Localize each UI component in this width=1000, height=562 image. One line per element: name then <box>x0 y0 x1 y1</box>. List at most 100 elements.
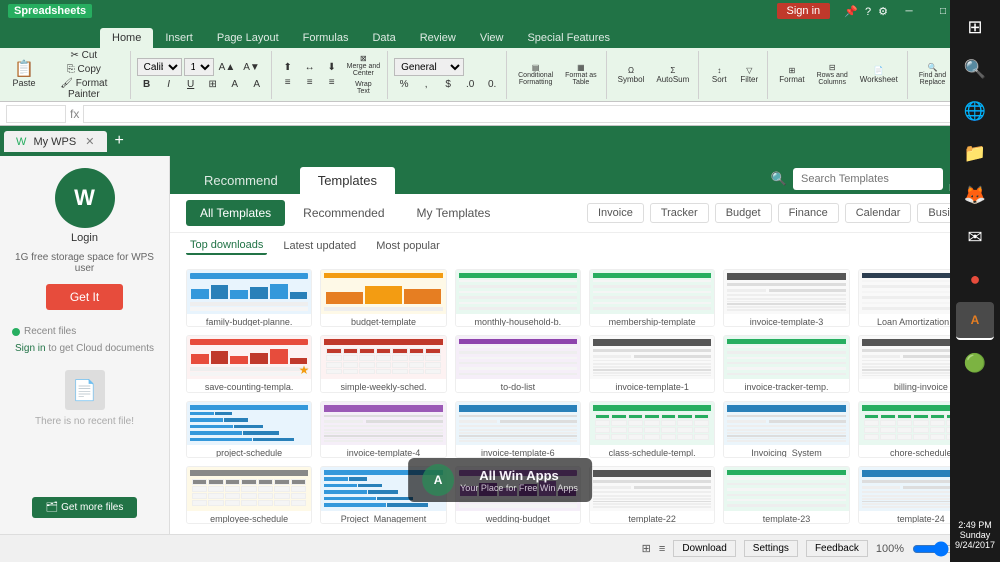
symbol-button[interactable]: Ω Symbol <box>613 53 650 97</box>
template-item-15[interactable]: class-schedule-templ. <box>589 401 715 459</box>
pin-icon[interactable]: 📌 <box>844 6 858 18</box>
taskbar-edge-icon[interactable]: 🌐 <box>956 92 994 130</box>
settings-title-icon[interactable]: ⚙ <box>878 6 888 18</box>
minimize-button[interactable]: ─ <box>894 0 924 22</box>
template-item-16[interactable]: Invoicing_System <box>723 401 849 459</box>
format-button[interactable]: ⊞ Format <box>774 53 809 97</box>
align-right-button[interactable]: ≡ <box>322 76 342 89</box>
template-item-0[interactable]: family-budget-planne. <box>186 269 312 327</box>
font-grow-button[interactable]: A▲ <box>216 61 239 74</box>
tab-page-layout[interactable]: Page Layout <box>205 28 291 48</box>
template-item-6[interactable]: ★save-counting-templa. <box>186 335 312 393</box>
sign-in-title-button[interactable]: Sign in <box>777 3 831 19</box>
name-box-input[interactable] <box>6 105 66 123</box>
format-painter-button[interactable]: 🖌 Format Painter <box>42 77 126 101</box>
template-item-7[interactable]: simple-weekly-sched. <box>320 335 446 393</box>
filter-button[interactable]: ▽ Filter <box>735 53 763 97</box>
font-size-select[interactable]: 12 <box>184 58 214 76</box>
sheet-tab-close[interactable]: ✕ <box>85 136 94 148</box>
template-item-9[interactable]: invoice-template-1 <box>589 335 715 393</box>
paste-button[interactable]: 📋 Paste <box>8 53 40 97</box>
wrap-text-button[interactable]: Wrap Text <box>344 80 383 96</box>
template-item-1[interactable]: budget-template <box>320 269 446 327</box>
worksheet-button[interactable]: 📄 Worksheet <box>855 53 903 97</box>
border-button[interactable]: ⊞ <box>203 78 223 91</box>
taskbar-red-icon[interactable]: ● <box>956 260 994 298</box>
template-item-8[interactable]: to-do-list <box>455 335 581 393</box>
my-templates-subtab[interactable]: My Templates <box>403 200 505 226</box>
sheet-view-icon[interactable]: ≡ <box>659 543 665 555</box>
tab-view[interactable]: View <box>468 28 516 48</box>
template-item-2[interactable]: monthly-household-b. <box>455 269 581 327</box>
recommended-subtab[interactable]: Recommended <box>289 200 398 226</box>
add-sheet-button[interactable]: + <box>109 132 130 150</box>
most-popular-filter[interactable]: Most popular <box>372 238 444 254</box>
merge-center-button[interactable]: ⊠ Merge and Center <box>344 53 383 78</box>
font-family-select[interactable]: Calibri <box>137 58 182 76</box>
get-more-files-button[interactable]: 🗂 Get more files <box>32 497 138 518</box>
align-bottom-button[interactable]: ⬇ <box>322 61 342 74</box>
copy-button[interactable]: ⎘ Copy <box>42 63 126 76</box>
taskbar-mail-icon[interactable]: ✉ <box>956 218 994 256</box>
taskbar-windows-icon[interactable]: ⊞ <box>956 8 994 46</box>
template-item-10[interactable]: invoice-tracker-temp. <box>723 335 849 393</box>
font-color-button[interactable]: A <box>247 78 267 91</box>
font-shrink-button[interactable]: A▼ <box>240 61 263 74</box>
template-item-14[interactable]: invoice-template-6 <box>455 401 581 459</box>
taskbar-audacity-icon[interactable]: A <box>956 302 994 340</box>
templates-tab[interactable]: Templates <box>300 167 395 194</box>
percent-button[interactable]: % <box>394 78 414 91</box>
taskbar-firefox-icon[interactable]: 🦊 <box>956 176 994 214</box>
tab-insert[interactable]: Insert <box>153 28 205 48</box>
filter-calendar[interactable]: Calendar <box>845 203 912 223</box>
tab-review[interactable]: Review <box>408 28 468 48</box>
get-it-button[interactable]: Get It <box>46 284 123 310</box>
number-format-select[interactable]: General <box>394 58 464 76</box>
tab-formulas[interactable]: Formulas <box>291 28 361 48</box>
sheet-tab-my-wps[interactable]: W My WPS ✕ <box>4 131 107 152</box>
feedback-button[interactable]: Feedback <box>806 540 868 557</box>
settings-status-button[interactable]: Settings <box>744 540 798 557</box>
conditional-formatting-button[interactable]: ▤ Conditional Formatting <box>513 53 558 97</box>
rows-columns-button[interactable]: ⊟ Rows and Columns <box>812 53 853 97</box>
template-item-18[interactable]: employee-schedule <box>186 466 312 524</box>
template-item-21[interactable]: template-22 <box>589 466 715 524</box>
sign-in-link[interactable]: Sign in <box>15 343 46 354</box>
grid-view-icon[interactable]: ⊞ <box>642 542 651 555</box>
download-button[interactable]: Download <box>673 540 735 557</box>
italic-button[interactable]: I <box>159 78 179 91</box>
align-left-button[interactable]: ≡ <box>278 76 298 89</box>
filter-finance[interactable]: Finance <box>778 203 839 223</box>
bold-button[interactable]: B <box>137 78 157 91</box>
align-center-button[interactable]: ≡ <box>300 76 320 89</box>
increase-decimal-button[interactable]: .0 <box>460 78 480 91</box>
latest-updated-filter[interactable]: Latest updated <box>279 238 360 254</box>
taskbar-files-icon[interactable]: 📁 <box>956 134 994 172</box>
fill-color-button[interactable]: A <box>225 78 245 91</box>
currency-button[interactable]: $ <box>438 78 458 91</box>
filter-budget[interactable]: Budget <box>715 203 772 223</box>
align-middle-button[interactable]: ↔ <box>300 61 320 74</box>
recommend-tab[interactable]: Recommend <box>186 167 296 194</box>
filter-invoice[interactable]: Invoice <box>587 203 644 223</box>
autosum-button[interactable]: Σ AutoSum <box>651 53 694 97</box>
all-templates-subtab[interactable]: All Templates <box>186 200 285 226</box>
taskbar-green-icon[interactable]: 🟢 <box>956 344 994 382</box>
template-item-13[interactable]: invoice-template-4 <box>320 401 446 459</box>
template-item-4[interactable]: invoice-template-3 <box>723 269 849 327</box>
template-item-12[interactable]: project-schedule <box>186 401 312 459</box>
decrease-decimal-button[interactable]: 0. <box>482 78 502 91</box>
top-downloads-filter[interactable]: Top downloads <box>186 237 267 255</box>
formula-input[interactable] <box>83 105 994 123</box>
taskbar-search-icon[interactable]: 🔍 <box>956 50 994 88</box>
underline-button[interactable]: U <box>181 78 201 91</box>
template-search-input[interactable] <box>793 168 943 190</box>
tab-home[interactable]: Home <box>100 28 153 48</box>
tab-data[interactable]: Data <box>360 28 407 48</box>
help-icon[interactable]: ? <box>865 6 871 18</box>
tab-special-features[interactable]: Special Features <box>515 28 622 48</box>
sort-button[interactable]: ↕ Sort <box>705 53 733 97</box>
filter-tracker[interactable]: Tracker <box>650 203 709 223</box>
find-replace-button[interactable]: 🔍 Find and Replace <box>914 53 951 97</box>
align-top-button[interactable]: ⬆ <box>278 61 298 74</box>
